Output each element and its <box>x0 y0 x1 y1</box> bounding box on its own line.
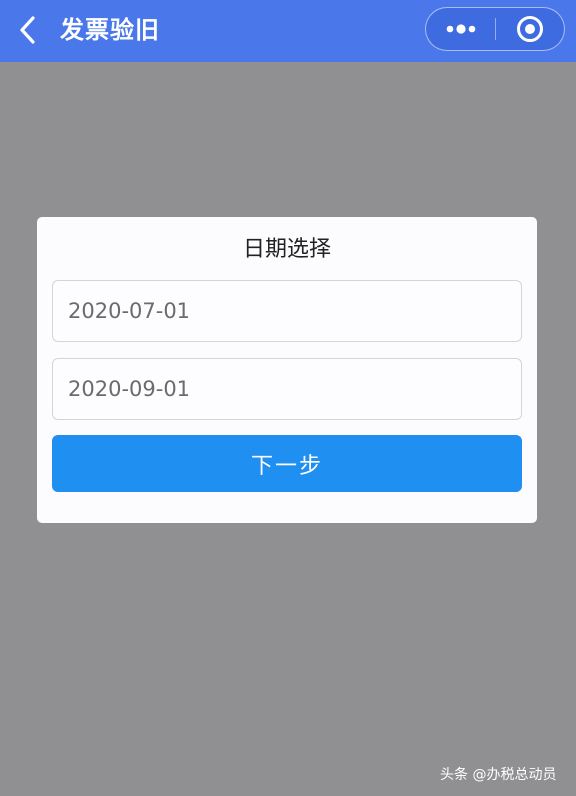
capsule-menu <box>425 7 565 51</box>
navigation-bar: 发票验旧 <box>0 0 576 62</box>
page-title: 发票验旧 <box>60 16 160 44</box>
more-dots-icon <box>446 24 475 34</box>
watermark: 头条 @办税总动员 <box>440 767 557 783</box>
end-date-input[interactable] <box>52 358 522 420</box>
chevron-left-icon <box>20 16 35 44</box>
target-circle-icon <box>517 16 543 42</box>
close-button[interactable] <box>496 8 564 50</box>
start-date-input[interactable] <box>52 280 522 342</box>
back-button[interactable] <box>8 12 48 48</box>
next-step-button[interactable]: 下一步 <box>52 435 522 492</box>
date-picker-dialog: 日期选择 下一步 <box>37 217 537 523</box>
dialog-title: 日期选择 <box>242 237 331 262</box>
mini-program-screen: 发票验旧 日期选择 下一步 头条 @办税总动员 <box>0 0 576 796</box>
more-button[interactable] <box>426 8 495 50</box>
